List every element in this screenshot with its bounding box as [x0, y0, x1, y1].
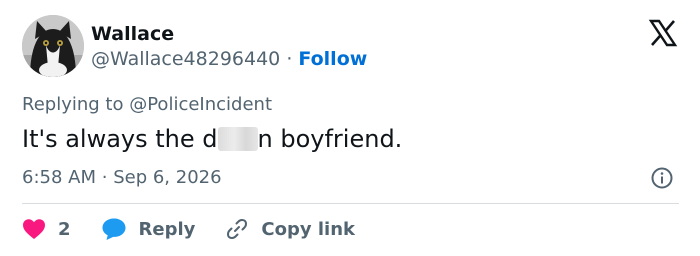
reply-label: Reply — [138, 218, 196, 240]
x-logo-icon[interactable] — [648, 18, 678, 48]
tweet-date[interactable]: Sep 6, 2026 — [113, 167, 221, 188]
reply-context-prefix: Replying to — [22, 94, 124, 115]
reply-button[interactable]: Reply — [101, 217, 196, 241]
info-icon[interactable] — [650, 166, 674, 190]
censored-word-blur — [217, 127, 258, 151]
separator-dot: · — [286, 48, 293, 70]
reply-mention-link[interactable]: @PoliceIncident — [129, 94, 272, 115]
action-bar: 2 Reply Copy link — [22, 215, 385, 243]
copy-link-label: Copy link — [261, 218, 355, 240]
author-handle-row: @Wallace48296440 · Follow — [91, 47, 367, 71]
avatar[interactable] — [22, 15, 84, 77]
tweet-time[interactable]: 6:58 AM — [22, 167, 96, 188]
link-icon — [227, 219, 248, 239]
timestamp-row: 6:58 AM · Sep 6, 2026 — [22, 166, 222, 190]
tweet-card: Wallace @Wallace48296440 · Follow Replyi… — [0, 0, 700, 256]
heart-icon — [23, 219, 45, 239]
timestamp-separator: · — [101, 167, 108, 188]
reply-bubble-icon — [102, 218, 126, 240]
author-name[interactable]: Wallace — [91, 22, 174, 46]
tweet-text: It's always the d n boyfriend. — [22, 123, 402, 155]
tweet-text-start: It's always the d — [22, 125, 218, 153]
divider — [22, 203, 679, 204]
like-button[interactable]: 2 — [22, 218, 71, 240]
like-count: 2 — [58, 218, 71, 240]
reply-context: Replying to @PoliceIncident — [22, 93, 272, 117]
copy-link-button[interactable]: Copy link — [225, 217, 355, 241]
follow-button[interactable]: Follow — [298, 48, 367, 70]
author-handle[interactable]: @Wallace48296440 — [91, 48, 280, 70]
cat-avatar-image — [22, 15, 84, 77]
tweet-text-end: n boyfriend. — [257, 125, 403, 153]
